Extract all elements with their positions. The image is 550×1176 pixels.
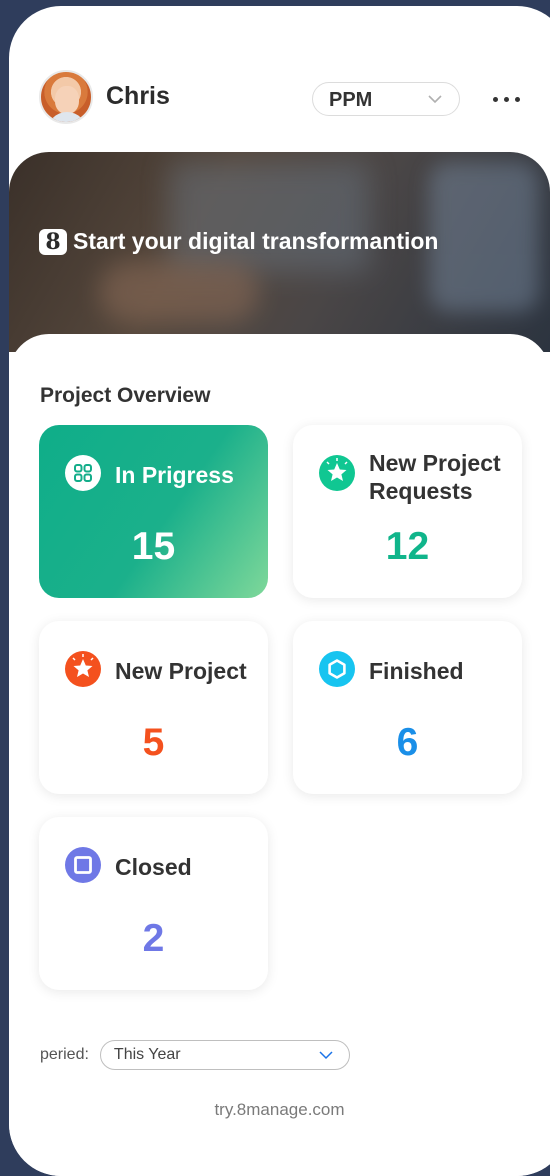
card-new-project-requests[interactable]: New Project Requests 12 <box>293 425 522 598</box>
chevron-down-icon <box>319 1051 333 1060</box>
card-count: 15 <box>131 525 176 568</box>
star-badge-icon <box>65 651 101 687</box>
promo-banner[interactable]: 8 Start your digital transformantion <box>9 152 550 352</box>
card-finished[interactable]: Finished 6 <box>293 621 522 794</box>
brand-logo-icon: 8 <box>39 228 67 255</box>
period-label: peried: <box>40 1046 89 1063</box>
star-badge-icon <box>319 455 355 491</box>
card-label: New Project Requests <box>369 450 501 504</box>
period-value: This Year <box>113 1046 181 1063</box>
module-dropdown[interactable]: PPM <box>312 82 460 116</box>
header: Chris PPM <box>9 6 550 156</box>
card-label: Closed <box>115 854 192 880</box>
card-new-project[interactable]: New Project 5 <box>39 621 268 794</box>
hexagon-icon <box>319 651 355 687</box>
card-label: Finished <box>369 658 464 684</box>
card-count: 12 <box>385 525 430 568</box>
more-options-button[interactable] <box>493 90 523 106</box>
card-label: In Prigress <box>115 462 234 488</box>
period-filter: peried: This Year <box>40 1040 350 1070</box>
card-count: 6 <box>396 721 419 764</box>
footer-link[interactable]: try.8manage.com <box>9 1100 550 1120</box>
apps-grid-icon <box>65 455 101 491</box>
main-content: Project Overview In Prigress 15 New Proj… <box>9 334 550 1176</box>
user-name: Chris <box>106 82 170 110</box>
avatar[interactable] <box>39 70 93 124</box>
card-label: New Project <box>115 658 247 684</box>
card-count: 5 <box>142 721 165 764</box>
period-dropdown[interactable]: This Year <box>99 1040 350 1070</box>
module-value: PPM <box>329 89 373 111</box>
banner-title-text: Start your digital transformantion <box>73 228 439 254</box>
card-count: 2 <box>142 917 165 960</box>
chevron-down-icon <box>428 95 442 104</box>
card-closed[interactable]: Closed 2 <box>39 817 268 990</box>
section-title: Project Overview <box>40 384 211 407</box>
card-in-progress[interactable]: In Prigress 15 <box>39 425 268 598</box>
banner-title: 8 Start your digital transformantion <box>39 228 438 255</box>
square-stop-icon <box>65 847 101 883</box>
app-screen: Chris PPM 8 Start your digital transform… <box>9 6 550 1176</box>
